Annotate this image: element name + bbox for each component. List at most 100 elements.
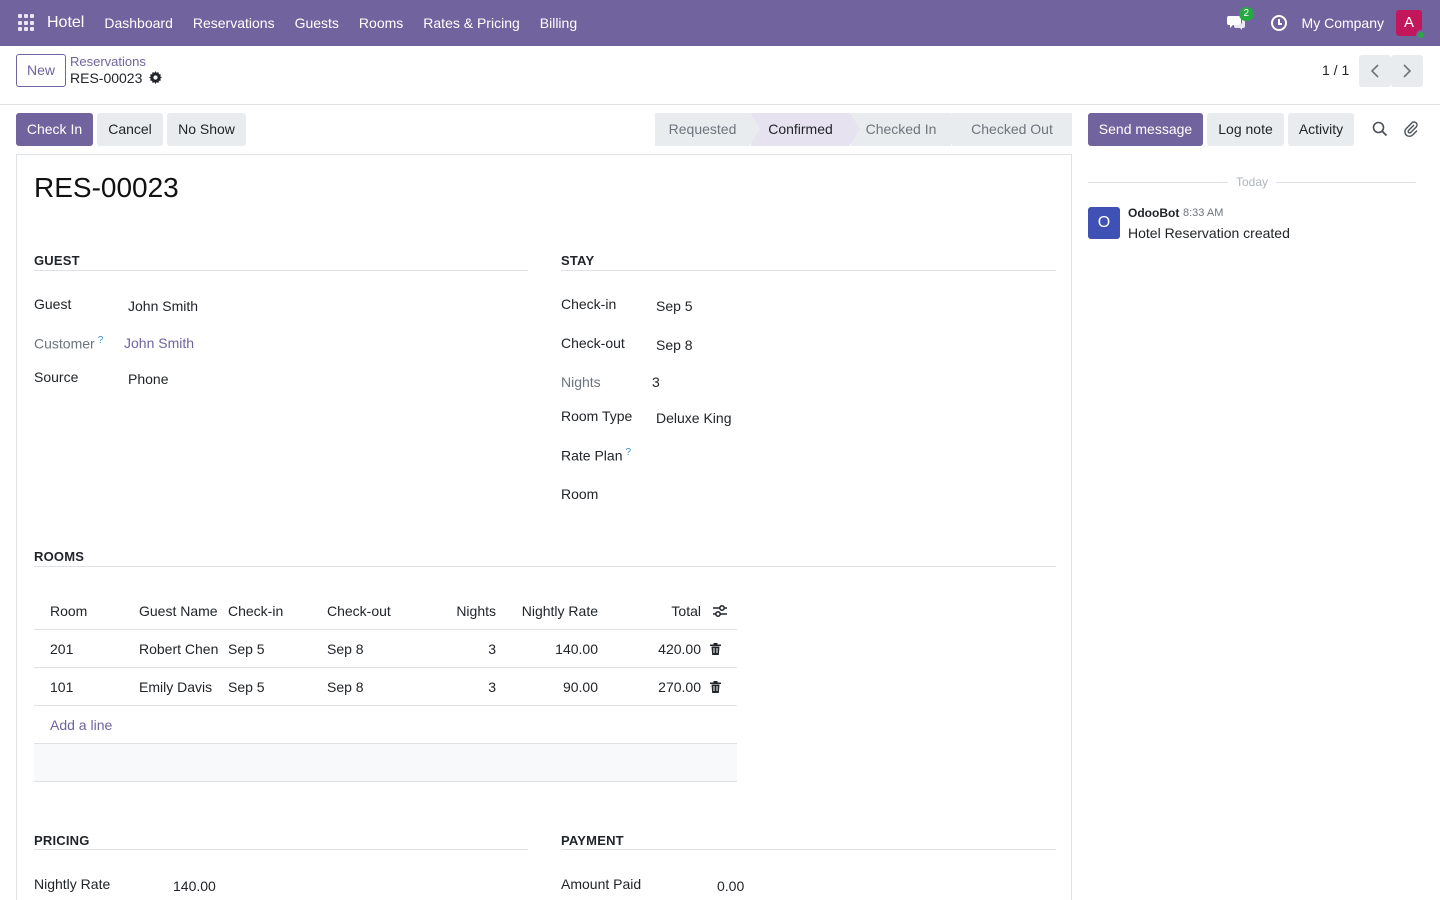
messages-badge: 2: [1238, 7, 1255, 21]
rate-plan-field[interactable]: [656, 447, 1056, 467]
col-checkin[interactable]: Check-in: [228, 592, 283, 630]
checkin-field[interactable]: Sep 5: [656, 298, 693, 314]
messages-icon[interactable]: 2: [1226, 7, 1255, 31]
trash-icon[interactable]: [710, 681, 721, 693]
column-settings-icon[interactable]: [712, 604, 728, 618]
row-nights: 3: [488, 641, 496, 657]
col-nightly-rate[interactable]: Nightly Rate: [504, 592, 598, 630]
control-panel: New Reservations RES-00023 1 / 1: [0, 46, 1440, 105]
activity-button[interactable]: Activity: [1288, 113, 1354, 146]
rate-plan-label: Rate Plan?: [561, 447, 631, 464]
table-row[interactable]: 201 Robert Chen Sep 5 Sep 8 3 140.00 420…: [34, 630, 737, 668]
nightly-rate-field[interactable]: 140.00: [173, 878, 216, 894]
send-message-button[interactable]: Send message: [1088, 113, 1203, 146]
nightly-rate-label: Nightly Rate: [34, 876, 111, 892]
today-divider-right: [1276, 182, 1416, 183]
message-author[interactable]: OdooBot: [1128, 206, 1179, 220]
apps-menu-icon[interactable]: [18, 14, 36, 32]
row-total: 270.00: [658, 679, 701, 695]
pager-next-button[interactable]: [1391, 55, 1423, 87]
add-line-link[interactable]: Add a line: [50, 706, 112, 744]
rooms-section-title: ROOMS: [34, 549, 85, 564]
online-status-indicator: [1416, 30, 1426, 40]
source-field[interactable]: Phone: [128, 371, 168, 387]
amount-paid-label: Amount Paid: [561, 876, 642, 892]
row-nightly-rate: 140.00: [555, 641, 598, 657]
check-in-button[interactable]: Check In: [16, 113, 93, 146]
chevron-left-icon: [1370, 64, 1379, 78]
stage-checked-in[interactable]: Checked In: [850, 113, 961, 146]
menu-rates-pricing[interactable]: Rates & Pricing: [413, 0, 529, 46]
user-avatar[interactable]: A: [1396, 10, 1426, 40]
cancel-button[interactable]: Cancel: [97, 113, 163, 146]
breadcrumb-reservations[interactable]: Reservations: [70, 54, 146, 69]
guest-field[interactable]: John Smith: [128, 298, 198, 314]
table-footer: [34, 744, 737, 782]
customer-label: Customer?: [34, 335, 103, 352]
menu-billing[interactable]: Billing: [530, 0, 587, 46]
row-checkout: Sep 8: [327, 641, 364, 657]
col-checkout[interactable]: Check-out: [327, 592, 391, 630]
stage-requested[interactable]: Requested: [655, 113, 760, 146]
table-row[interactable]: 101 Emily Davis Sep 5 Sep 8 3 90.00 270.…: [34, 668, 737, 706]
navbar-systray: 2 My Company A: [1226, 0, 1440, 46]
trash-icon[interactable]: [710, 643, 721, 655]
stage-checked-out-label: Checked Out: [971, 121, 1053, 137]
room-field[interactable]: [656, 486, 1056, 506]
col-guest-name[interactable]: Guest Name: [139, 592, 218, 630]
today-label: Today: [1236, 175, 1269, 189]
rate-plan-help-icon[interactable]: ?: [625, 447, 631, 458]
row-checkout: Sep 8: [327, 679, 364, 695]
stage-requested-label: Requested: [668, 121, 737, 137]
menu-guests[interactable]: Guests: [285, 0, 349, 46]
row-guest-name: Robert Chen: [139, 641, 219, 657]
col-nights[interactable]: Nights: [434, 592, 496, 630]
guest-section-divider: [34, 270, 528, 271]
message-time: 8:33 AM: [1183, 207, 1224, 219]
room-type-label: Room Type: [561, 408, 633, 424]
row-nightly-rate: 90.00: [562, 679, 598, 695]
search-icon[interactable]: [1372, 121, 1388, 137]
app-brand[interactable]: Hotel: [47, 14, 84, 32]
row-nights: 3: [488, 679, 496, 695]
row-checkin: Sep 5: [228, 679, 265, 695]
user-avatar-letter: A: [1403, 14, 1414, 31]
no-show-button[interactable]: No Show: [167, 113, 246, 146]
menu-rooms[interactable]: Rooms: [349, 0, 413, 46]
menu-reservations[interactable]: Reservations: [183, 0, 285, 46]
paperclip-icon[interactable]: [1403, 120, 1419, 138]
pager-previous-button[interactable]: [1359, 55, 1391, 87]
gear-icon[interactable]: [149, 71, 162, 84]
stay-section-divider: [561, 270, 1056, 271]
stage-confirmed[interactable]: Confirmed: [750, 113, 860, 146]
checkout-field[interactable]: Sep 8: [656, 337, 693, 353]
stage-checked-out[interactable]: Checked Out: [951, 113, 1072, 146]
col-total[interactable]: Total: [614, 592, 701, 630]
nights-value: 3: [652, 374, 660, 390]
room-type-field[interactable]: Deluxe King: [656, 410, 732, 426]
col-room[interactable]: Room: [50, 592, 87, 630]
row-guest-name: Emily Davis: [139, 679, 213, 695]
bot-avatar[interactable]: O: [1088, 207, 1120, 239]
record-title: RES-00023: [34, 172, 179, 203]
form-statusbar: Check In Cancel No Show Requested Confir…: [0, 113, 1072, 146]
customer-help-icon[interactable]: ?: [98, 335, 104, 346]
amount-paid-field[interactable]: 0.00: [717, 878, 744, 894]
customer-link[interactable]: John Smith: [124, 335, 194, 351]
stage-confirmed-label: Confirmed: [768, 121, 833, 137]
new-button[interactable]: New: [16, 54, 66, 87]
row-total: 420.00: [658, 641, 701, 657]
room-label: Room: [561, 486, 599, 502]
company-switcher[interactable]: My Company: [1302, 15, 1396, 31]
breadcrumb-current: RES-00023: [70, 70, 143, 86]
top-navbar: Hotel Dashboard Reservations Guests Room…: [0, 0, 1440, 46]
chevron-right-icon: [1403, 64, 1412, 78]
payment-section-divider: [561, 849, 1056, 850]
rooms-table: Room Guest Name Check-in Check-out Night…: [34, 592, 737, 782]
activity-clock-icon[interactable]: [1270, 15, 1287, 31]
menu-dashboard[interactable]: Dashboard: [94, 0, 183, 46]
pager-value[interactable]: 1 / 1: [1322, 62, 1349, 78]
log-note-button[interactable]: Log note: [1207, 113, 1284, 146]
status-stages: Requested Confirmed Checked In Checked O…: [655, 113, 1072, 146]
stay-section-title: STAY: [561, 253, 595, 268]
